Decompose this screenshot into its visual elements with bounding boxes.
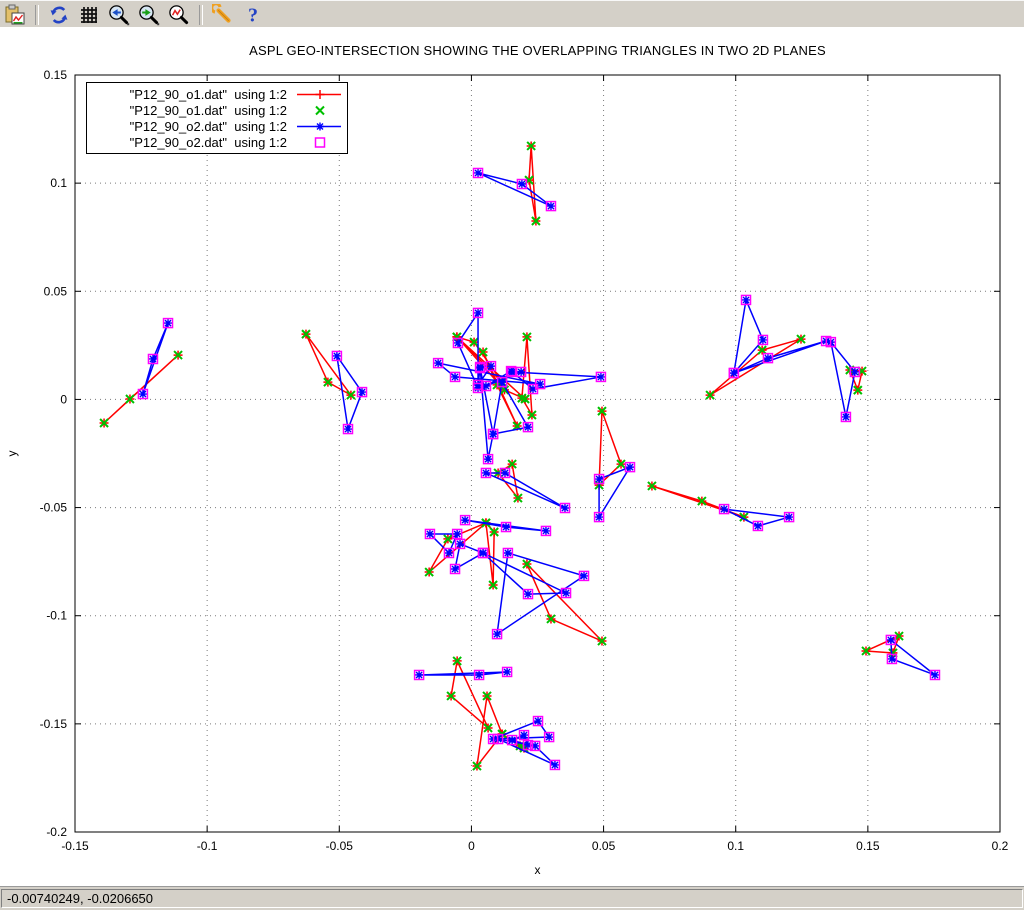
toolbar-separator xyxy=(35,5,39,25)
legend-label: "P12_90_o2.dat" using 1:2 xyxy=(130,135,287,150)
legend-sample-green-x xyxy=(293,103,343,118)
svg-text:0: 0 xyxy=(60,392,67,406)
svg-text:-0.05: -0.05 xyxy=(326,839,354,853)
legend-sample-blue-line-asterisk xyxy=(293,119,343,134)
mouse-coordinates: -0.00740249, -0.0206650 xyxy=(1,889,1023,908)
refresh-icon xyxy=(48,4,70,26)
x-axis-label: x xyxy=(535,863,541,877)
zoom-previous-button[interactable] xyxy=(105,2,133,28)
magnifier-next-icon xyxy=(138,4,160,26)
legend-row: "P12_90_o1.dat" using 1:2 xyxy=(87,102,343,118)
copy-to-clipboard-button[interactable] xyxy=(1,2,29,28)
legend-sample-red-line-plus xyxy=(293,87,343,102)
svg-text:?: ? xyxy=(248,4,258,26)
svg-text:0.1: 0.1 xyxy=(50,176,67,190)
svg-text:0.05: 0.05 xyxy=(592,839,616,853)
svg-text:0.15: 0.15 xyxy=(44,68,68,82)
svg-text:0.2: 0.2 xyxy=(992,839,1009,853)
grid-icon xyxy=(78,4,100,26)
replot-button[interactable] xyxy=(45,2,73,28)
chart-title: ASPL GEO-INTERSECTION SHOWING THE OVERLA… xyxy=(75,43,1000,58)
zoom-next-button[interactable] xyxy=(135,2,163,28)
toolbar-separator xyxy=(199,5,203,25)
svg-text:-0.15: -0.15 xyxy=(40,717,68,731)
svg-text:0.15: 0.15 xyxy=(856,839,880,853)
magnifier-autoscale-icon xyxy=(168,4,190,26)
svg-text:0: 0 xyxy=(468,839,475,853)
question-mark-icon: ? xyxy=(242,4,264,26)
legend: "P12_90_o1.dat" using 1:2 "P12_90_o1.dat… xyxy=(86,82,348,154)
legend-row: "P12_90_o2.dat" using 1:2 xyxy=(87,118,343,134)
legend-row: "P12_90_o1.dat" using 1:2 xyxy=(87,86,343,102)
y-tick-labels: -0.2 -0.15 -0.1 -0.05 0 0.05 0.1 0.15 xyxy=(40,68,68,839)
legend-row: "P12_90_o2.dat" using 1:2 xyxy=(87,134,343,150)
magnifier-previous-icon xyxy=(108,4,130,26)
y-axis-label: y xyxy=(5,451,19,457)
toolbar: ? xyxy=(0,0,1024,29)
help-button[interactable]: ? xyxy=(239,2,267,28)
clipboard-icon xyxy=(4,4,26,26)
wrench-icon xyxy=(212,4,234,26)
svg-text:-0.05: -0.05 xyxy=(40,501,68,515)
status-bar: -0.00740249, -0.0206650 xyxy=(0,886,1024,910)
plot-canvas[interactable]: -0.15-0.1-0.0500.050.10.150.2-0.2-0.15-0… xyxy=(0,27,1024,886)
svg-text:-0.15: -0.15 xyxy=(61,839,89,853)
plot-area: -0.15-0.1-0.0500.050.10.150.2-0.2-0.15-0… xyxy=(0,27,1024,886)
legend-label: "P12_90_o2.dat" using 1:2 xyxy=(130,119,287,134)
series-P12_90_o2-dat xyxy=(138,168,939,769)
toggle-grid-button[interactable] xyxy=(75,2,103,28)
series-P12_90_o1-dat xyxy=(100,141,904,770)
autoscale-button[interactable] xyxy=(165,2,193,28)
gnuplot-window: ? -0.15-0.1-0.0500.050.10.150.2-0.2-0.15… xyxy=(0,0,1024,910)
legend-sample-magenta-square xyxy=(293,135,343,150)
configure-button[interactable] xyxy=(209,2,237,28)
legend-label: "P12_90_o1.dat" using 1:2 xyxy=(130,103,287,118)
legend-label: "P12_90_o1.dat" using 1:2 xyxy=(130,87,287,102)
x-tick-labels: -0.15 -0.1 -0.05 0 0.05 0.1 0.15 0.2 xyxy=(61,839,1008,853)
svg-text:-0.1: -0.1 xyxy=(46,609,67,623)
svg-text:0.1: 0.1 xyxy=(727,839,744,853)
svg-text:-0.2: -0.2 xyxy=(46,825,67,839)
svg-text:-0.1: -0.1 xyxy=(197,839,218,853)
svg-text:0.05: 0.05 xyxy=(44,284,68,298)
